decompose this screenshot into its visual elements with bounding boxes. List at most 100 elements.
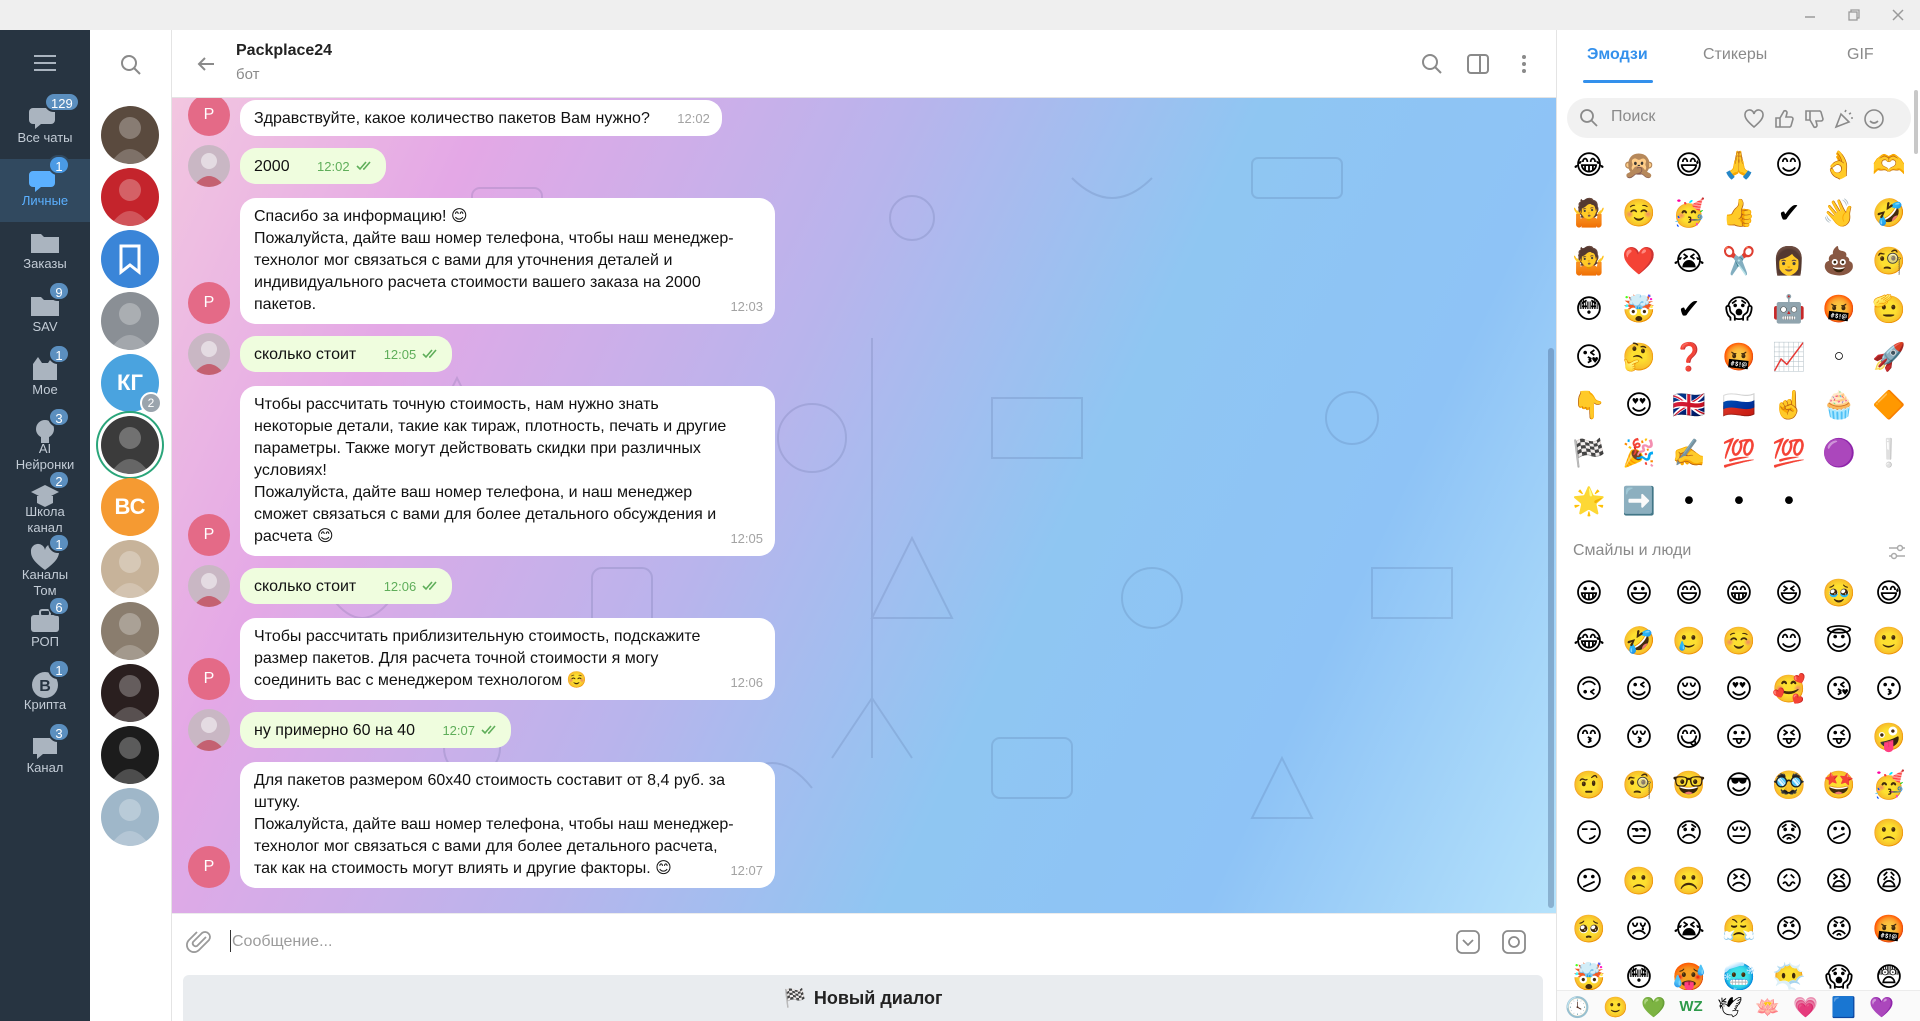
emoji-cell[interactable]: 😅 xyxy=(1669,146,1709,186)
emoji-category-8[interactable]: 💜 xyxy=(1869,995,1894,1019)
emoji-cell[interactable]: 😍 xyxy=(1719,670,1759,710)
emoji-cell[interactable]: 🤷 xyxy=(1569,194,1609,234)
emoji-cell[interactable]: 🔶 xyxy=(1869,386,1909,426)
emoji-cell[interactable]: 🧐 xyxy=(1619,766,1659,806)
bot-avatar[interactable]: P xyxy=(188,282,230,324)
emoji-cell[interactable]: 😋 xyxy=(1669,718,1709,758)
emoji-cell[interactable]: 🇬🇧 xyxy=(1669,386,1709,426)
emoji-cell[interactable]: 👇 xyxy=(1569,386,1609,426)
chat-title[interactable]: Packplace24 xyxy=(236,42,332,60)
emoji-cell[interactable]: 😗 xyxy=(1869,670,1909,710)
my-avatar[interactable] xyxy=(188,709,230,751)
heart-icon[interactable] xyxy=(1743,108,1765,130)
emoji-cell[interactable]: 🌟 xyxy=(1569,482,1609,522)
emoji-cell[interactable]: 🤬 xyxy=(1719,338,1759,378)
emoji-cell[interactable]: 😝 xyxy=(1769,718,1809,758)
emoji-cell[interactable]: 🤩 xyxy=(1819,766,1859,806)
close-button[interactable] xyxy=(1876,0,1920,30)
emoji-cell[interactable]: ❤️ xyxy=(1619,242,1659,282)
emoji-category-1[interactable]: 🙂 xyxy=(1603,995,1628,1019)
emoji-cell[interactable]: ❓ xyxy=(1669,338,1709,378)
emoji-cell[interactable]: 📈 xyxy=(1769,338,1809,378)
emoji-cell[interactable]: 🤷 xyxy=(1569,242,1609,282)
emoji-cell[interactable]: 😭 xyxy=(1669,910,1709,950)
tab-gif[interactable]: GIF xyxy=(1847,46,1874,64)
emoji-cell[interactable]: 💯 xyxy=(1769,434,1809,474)
incoming-message[interactable]: Спасибо за информацию! 😊 Пожалуйста, дай… xyxy=(240,198,775,324)
emoji-cell[interactable]: 🤔 xyxy=(1619,338,1659,378)
emoji-cell[interactable]: 😊 xyxy=(1769,622,1809,662)
emoji-cell[interactable]: • xyxy=(1769,482,1809,522)
emoji-cell[interactable]: ☺️ xyxy=(1719,622,1759,662)
emoji-cell[interactable]: 🙊 xyxy=(1619,146,1659,186)
emoji-cell[interactable]: • xyxy=(1719,482,1759,522)
emoji-category-3[interactable]: WZ xyxy=(1679,995,1703,1019)
my-avatar[interactable] xyxy=(188,333,230,375)
emoji-cell[interactable]: 😛 xyxy=(1719,718,1759,758)
folder-item-3[interactable]: SAV 9 xyxy=(0,281,90,348)
emoji-cell[interactable]: 😣 xyxy=(1719,862,1759,902)
emoji-cell[interactable]: 😙 xyxy=(1569,718,1609,758)
folder-item-7[interactable]: Каналы Том 1 xyxy=(0,533,90,600)
folder-item-9[interactable]: B Крипта 1 xyxy=(0,659,90,726)
emoji-cell[interactable]: 😊 xyxy=(1769,146,1809,186)
party-icon[interactable] xyxy=(1833,108,1855,130)
emoji-cell[interactable]: 😱 xyxy=(1719,290,1759,330)
emoji-cell[interactable]: 😒 xyxy=(1619,814,1659,854)
attach-button[interactable] xyxy=(186,928,214,956)
emoji-cell[interactable]: 👋 xyxy=(1819,194,1859,234)
emoji-cell[interactable]: 🤬 xyxy=(1819,290,1859,330)
main-menu-button[interactable] xyxy=(0,30,90,96)
bot-avatar[interactable]: P xyxy=(188,846,230,888)
emoji-cell[interactable]: 😁 xyxy=(1719,574,1759,614)
emoji-cell[interactable]: 😅 xyxy=(1869,574,1909,614)
emoji-cell[interactable]: 🤬 xyxy=(1869,910,1909,950)
emoji-cell[interactable]: 😟 xyxy=(1769,814,1809,854)
outgoing-message[interactable]: сколько стоит 12:05 xyxy=(240,336,453,372)
emoji-category-0[interactable]: 🕓 xyxy=(1565,995,1590,1019)
emoji-cell[interactable]: 😔 xyxy=(1719,814,1759,854)
emoji-category-4[interactable]: 🕊 xyxy=(1717,995,1742,1019)
folder-item-1[interactable]: Личные 1 xyxy=(0,155,90,222)
emoji-cell[interactable]: 😇 xyxy=(1819,622,1859,662)
incoming-message[interactable]: Для пакетов размером 60x40 стоимость сос… xyxy=(240,762,775,888)
emoji-cell[interactable]: 😳 xyxy=(1569,290,1609,330)
settings-sliders-icon[interactable] xyxy=(1887,542,1907,562)
emoji-cell[interactable]: 😆 xyxy=(1769,574,1809,614)
emoji-cell[interactable]: 😜 xyxy=(1819,718,1859,758)
emoji-cell[interactable]: 😕 xyxy=(1569,862,1609,902)
chat-avatar-5[interactable] xyxy=(101,416,159,474)
emoji-cell[interactable]: 🙁 xyxy=(1869,814,1909,854)
emoji-category-2[interactable]: 💚 xyxy=(1641,995,1666,1019)
emoji-cell[interactable]: 🙂 xyxy=(1869,622,1909,662)
emoji-cell[interactable]: 🤣 xyxy=(1619,622,1659,662)
emoji-cell[interactable]: 😫 xyxy=(1819,862,1859,902)
thumbs-up-icon[interactable] xyxy=(1773,108,1795,130)
chat-avatar-10[interactable] xyxy=(101,726,159,784)
emoji-cell[interactable]: 😩 xyxy=(1869,862,1909,902)
incoming-message[interactable]: Здравствуйте, какое количество пакетов В… xyxy=(240,100,722,136)
folder-item-6[interactable]: Школа канал 2 xyxy=(0,470,90,537)
emoji-search-box[interactable]: Поиск xyxy=(1567,98,1911,138)
messages-area[interactable]: Здравствуйте, какое количество пакетов В… xyxy=(172,98,1556,913)
emoji-cell[interactable]: 😀 xyxy=(1569,574,1609,614)
emoji-cell[interactable]: 😂 xyxy=(1569,622,1609,662)
emoji-cell[interactable]: • xyxy=(1669,482,1709,522)
minimize-button[interactable] xyxy=(1788,0,1832,30)
chat-avatar-6[interactable]: ВС xyxy=(101,478,159,536)
folder-item-5[interactable]: AI Нейронки 3 xyxy=(0,407,90,474)
emoji-cell[interactable]: 😞 xyxy=(1669,814,1709,854)
emoji-category-7[interactable]: 🟦 xyxy=(1831,995,1856,1019)
emoji-cell[interactable]: 👌 xyxy=(1819,146,1859,186)
emoji-cell[interactable]: 🏁 xyxy=(1569,434,1609,474)
emoji-cell[interactable]: 😃 xyxy=(1619,574,1659,614)
emoji-cell[interactable]: ❕ xyxy=(1869,434,1909,474)
chat-avatar-3[interactable] xyxy=(101,292,159,350)
emoji-cell[interactable]: 😭 xyxy=(1669,242,1709,282)
emoji-cell[interactable]: 🥳 xyxy=(1869,766,1909,806)
emoji-cell[interactable]: 🥸 xyxy=(1769,766,1809,806)
instant-camera-button[interactable] xyxy=(1500,928,1528,956)
emoji-cell[interactable]: 😤 xyxy=(1719,910,1759,950)
emoji-category-6[interactable]: 💗 xyxy=(1793,995,1818,1019)
emoji-scrollbar[interactable] xyxy=(1914,90,1918,154)
